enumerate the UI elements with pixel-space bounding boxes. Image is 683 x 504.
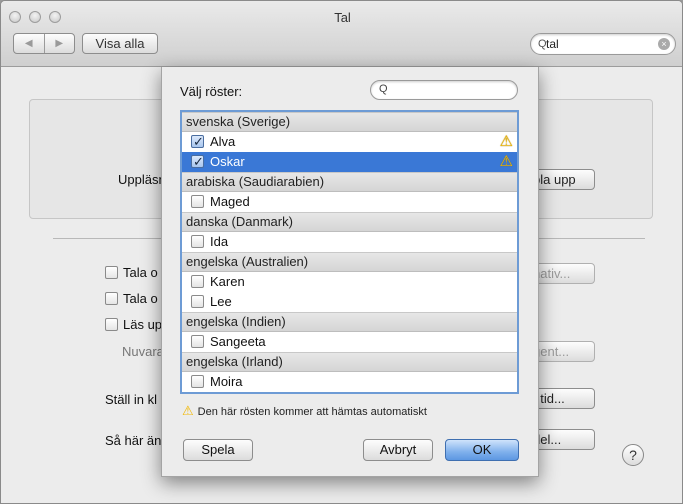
preferences-search-field[interactable]: Q tal ×: [530, 33, 676, 55]
play-sample-button[interactable]: Spela: [183, 439, 253, 461]
voice-name: Ida: [210, 234, 229, 249]
warning-icon: ⚠: [499, 133, 513, 150]
voice-name: Lee: [210, 294, 232, 309]
voice-checkbox[interactable]: [191, 235, 204, 248]
voice-search-input[interactable]: Q: [370, 80, 518, 100]
announce-time-checkbox[interactable]: [105, 292, 118, 305]
voice-checkbox[interactable]: [191, 275, 204, 288]
search-input-value[interactable]: tal: [546, 37, 559, 51]
download-note: ⚠ Den här rösten kommer att hämtas automa…: [182, 403, 427, 419]
announce-label-partial: Tala o: [123, 265, 158, 280]
voice-name: Sangeeta: [210, 334, 266, 349]
voice-name: Oskar: [210, 154, 245, 169]
voice-name: Alva: [210, 134, 236, 149]
help-button[interactable]: ?: [622, 444, 644, 466]
voice-checkbox[interactable]: [191, 295, 204, 308]
voice-group-header: danska (Danmark): [182, 212, 517, 232]
window-title: Tal: [334, 10, 351, 25]
voice-row[interactable]: Sangeeta: [182, 332, 517, 352]
voice-name: Karen: [210, 274, 245, 289]
voice-row[interactable]: Alva ⚠: [182, 132, 517, 152]
voice-group-header: engelska (Australien): [182, 252, 517, 272]
announce-checkbox[interactable]: [105, 266, 118, 279]
ok-button[interactable]: OK: [445, 439, 519, 461]
voice-checkbox[interactable]: [191, 132, 204, 152]
download-note-text: Den här rösten kommer att hämtas automat…: [197, 406, 427, 418]
cancel-button[interactable]: Avbryt: [363, 439, 433, 461]
set-clock-label-partial: Ställ in kl: [105, 392, 158, 407]
search-icon: Q: [379, 83, 388, 95]
sheet-title: Välj röster:: [180, 84, 243, 99]
voice-row[interactable]: Lee: [182, 292, 517, 312]
voice-list[interactable]: svenska (Sverige) Alva ⚠ Oskar ⚠ arabiska (Sa…: [180, 110, 519, 394]
voice-row[interactable]: Ida: [182, 232, 517, 252]
voice-group-header: arabiska (Saudiarabien): [182, 172, 517, 192]
choose-voices-sheet: Välj röster: Q svenska (Sverige)Alva⚠Osk…: [161, 67, 539, 477]
voice-group-header: svenska (Sverige): [182, 112, 517, 132]
announce-time-label-partial: Tala o: [123, 291, 158, 306]
voice-group-header: engelska (Indien): [182, 312, 517, 332]
voice-checkbox[interactable]: [191, 335, 204, 348]
forward-arrow-icon[interactable]: ▶: [43, 34, 75, 53]
voice-row[interactable]: Maged: [182, 192, 517, 212]
voice-checkbox[interactable]: [191, 375, 204, 388]
voice-row[interactable]: Karen: [182, 272, 517, 292]
show-all-button[interactable]: Visa alla: [82, 33, 158, 54]
voice-group-header: engelska (Irland): [182, 352, 517, 372]
voice-checkbox[interactable]: [191, 195, 204, 208]
voice-name: Maged: [210, 194, 250, 209]
title-bar: Tal ◀ ▶ Visa alla Q tal ×: [1, 1, 682, 67]
clear-search-icon[interactable]: ×: [658, 38, 670, 50]
voice-name: Moira: [210, 374, 243, 389]
voice-row[interactable]: Oskar ⚠: [182, 152, 517, 172]
speech-label-partial: Uppläsn: [118, 172, 166, 187]
preferences-window: Tal ◀ ▶ Visa alla Q tal × Uppläsn pla up…: [0, 0, 683, 504]
change-voiceover-label-partial: Så här än: [105, 433, 162, 448]
warning-icon: ⚠: [499, 153, 513, 170]
back-arrow-icon[interactable]: ◀: [14, 34, 44, 53]
back-forward-control: ◀ ▶: [13, 33, 75, 54]
voice-checkbox[interactable]: [191, 152, 204, 172]
warning-icon: ⚠: [182, 403, 194, 418]
read-selection-checkbox[interactable]: [105, 318, 118, 331]
read-selection-label-partial: Läs up: [123, 317, 163, 332]
current-key-label-partial: Nuvara: [122, 344, 164, 359]
voice-row[interactable]: Moira: [182, 372, 517, 392]
